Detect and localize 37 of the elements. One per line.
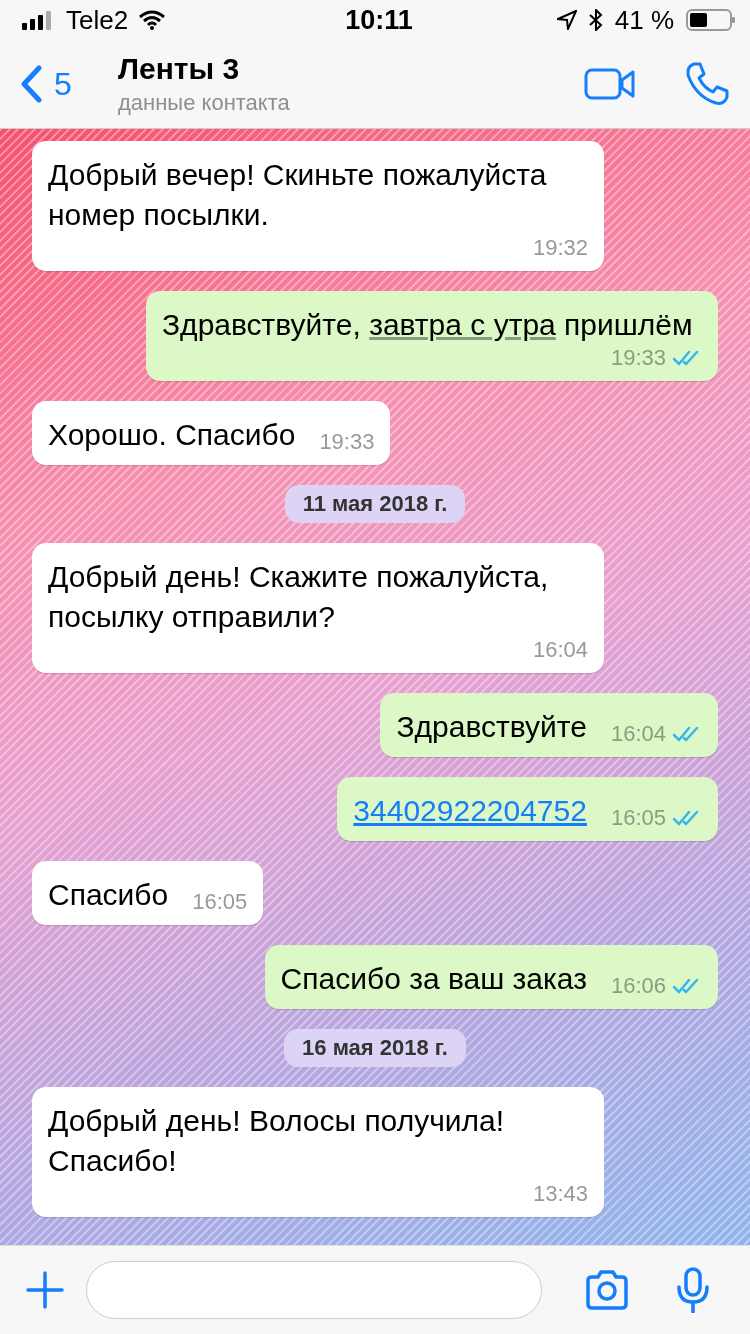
message-time: 16:04 bbox=[532, 637, 588, 663]
message-text: Здравствуйте, завтра с утра пришлём bbox=[162, 307, 693, 343]
battery-icon bbox=[686, 8, 736, 32]
chevron-left-icon bbox=[20, 65, 42, 103]
carrier-name: Tele2 bbox=[66, 4, 129, 36]
bluetooth-icon bbox=[588, 9, 603, 31]
phone-call-button[interactable] bbox=[684, 61, 730, 107]
message-time: 19:33 bbox=[610, 345, 666, 371]
wifi-icon bbox=[138, 10, 167, 30]
tracking-number-link[interactable]: 34402922204752 bbox=[353, 791, 587, 831]
back-button[interactable]: 5 bbox=[20, 65, 118, 103]
contact-name[interactable]: Ленты 3 bbox=[118, 52, 536, 86]
message-time: 16:05 bbox=[192, 889, 248, 915]
contact-info-link[interactable]: данные контакта bbox=[118, 90, 536, 116]
clock: 10:11 bbox=[345, 4, 413, 36]
message-time: 19:33 bbox=[319, 429, 375, 455]
message-text: Добрый день! Волосы получила! Спасибо! bbox=[48, 1103, 506, 1179]
battery-percentage: 41 % bbox=[614, 4, 674, 36]
video-call-button[interactable] bbox=[584, 67, 636, 101]
message-time: 16:04 bbox=[610, 721, 666, 747]
message-text: Спасибо bbox=[48, 877, 169, 913]
message-text: Добрый день! Скажите пожалуйста, посылку отправили? bbox=[48, 559, 550, 635]
message-time: 19:32 bbox=[532, 235, 588, 261]
date-label: 11 мая 2018 г. bbox=[284, 485, 466, 523]
date-label: 16 мая 2018 г. bbox=[284, 1029, 466, 1067]
message-time: 16:06 bbox=[610, 973, 666, 999]
message-time: 16:05 bbox=[610, 805, 666, 831]
message-text: Добрый вечер! Скиньте пожалуйста номер посылки. bbox=[48, 157, 548, 233]
add-attachment-button[interactable] bbox=[26, 1271, 64, 1309]
date-link[interactable]: завтра с утра bbox=[369, 308, 556, 341]
message-text: Спасибо за ваш заказ bbox=[280, 961, 587, 997]
microphone-button[interactable] bbox=[676, 1267, 710, 1313]
camera-button[interactable] bbox=[584, 1270, 630, 1310]
message-time: 13:43 bbox=[532, 1181, 588, 1207]
message-text: Здравствуйте bbox=[396, 709, 587, 745]
location-arrow-icon bbox=[556, 10, 577, 30]
message-text: Хорошо. Спасибо bbox=[48, 417, 296, 453]
